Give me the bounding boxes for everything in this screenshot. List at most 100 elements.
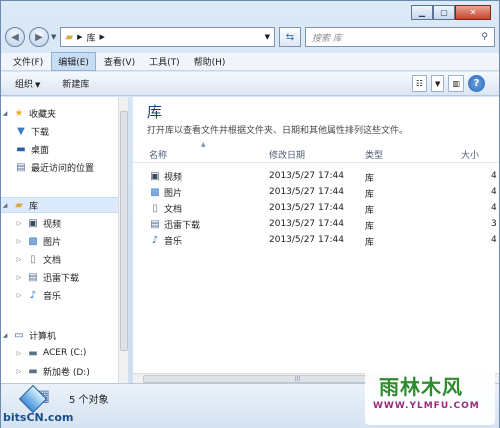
table-row[interactable]: ▤ 迅雷下载 2013/5/27 17:44 库 3	[133, 217, 499, 233]
column-name[interactable]: 名称	[149, 148, 167, 161]
drive-icon: ▬	[28, 365, 38, 377]
table-row[interactable]: ▯ 文档 2013/5/27 17:44 库 4	[133, 201, 499, 217]
explorer-window: ▁ ▢ ✕ ◀ ▶ ▼ ▰ ▶ 库 ▶ ▼ ⇆ 搜索 库 ⚲ 文件(F) 编辑(…	[0, 0, 500, 428]
collapsed-arrow-icon[interactable]: ▷	[15, 368, 23, 375]
nav-libraries[interactable]: ◢ ▰ 库	[1, 197, 119, 213]
picture-library-icon: ▩	[150, 187, 160, 198]
collapsed-arrow-icon[interactable]: ▷	[15, 274, 23, 281]
change-view-button[interactable]: ☷	[411, 75, 428, 92]
view-options-dropdown[interactable]: ▼	[431, 75, 445, 92]
nav-scrollbar[interactable]	[118, 97, 128, 383]
star-icon: ★	[14, 107, 24, 119]
preview-pane-icon: ▥	[452, 79, 460, 88]
forward-button[interactable]: ▶	[29, 27, 49, 47]
refresh-button[interactable]: ⇆	[279, 27, 301, 47]
collapsed-arrow-icon[interactable]: ▷	[15, 238, 23, 245]
history-dropdown-icon[interactable]: ▼	[51, 33, 56, 41]
watermark-right-title: 雨林木风	[379, 375, 463, 399]
menu-tools[interactable]: 工具(T)	[143, 53, 186, 70]
organize-button[interactable]: 组织 ▼	[15, 77, 40, 90]
item-count: 5 个对象	[69, 395, 109, 406]
content-pane: 库 打开库以查看文件并根据文件夹、日期和其他属性排列这些文件。 ▲ 名称 修改日…	[133, 97, 499, 383]
collapsed-arrow-icon[interactable]: ▷	[15, 292, 23, 299]
column-type[interactable]: 类型	[365, 148, 383, 161]
chevron-down-icon: ▼	[435, 79, 441, 88]
nav-scrollbar-thumb[interactable]	[120, 111, 128, 351]
picture-library-icon: ▩	[28, 235, 38, 247]
table-row[interactable]: ♪ 音乐 2013/5/27 17:44 库 4	[133, 233, 499, 249]
nav-favorites[interactable]: ◢ ★ 收藏夹	[1, 105, 56, 121]
downloads-folder-icon: ▼	[17, 125, 25, 137]
library-description: 打开库以查看文件并根据文件夹、日期和其他属性排列这些文件。	[147, 126, 409, 136]
menu-view[interactable]: 查看(V)	[98, 53, 141, 70]
nav-drive-d[interactable]: ▷ ▬ 新加卷 (D:)	[15, 363, 90, 379]
search-placeholder: 搜索 库	[312, 33, 342, 44]
expanded-arrow-icon[interactable]: ◢	[1, 110, 9, 117]
library-icon: ▤	[28, 271, 38, 283]
system-drive-icon: ▬	[28, 347, 38, 359]
breadcrumb-library[interactable]: 库	[86, 31, 95, 44]
column-size[interactable]: 大小	[461, 148, 479, 161]
nav-pictures[interactable]: ▷ ▩ 图片	[15, 233, 61, 249]
preview-pane-button[interactable]: ▥	[448, 75, 464, 92]
document-library-icon: ▯	[152, 203, 158, 214]
watermark-bitscn: bitsCN.com	[1, 384, 73, 428]
collapsed-arrow-icon[interactable]: ▷	[15, 350, 23, 357]
scroll-grip-icon: |||	[295, 376, 301, 382]
menu-help[interactable]: 帮助(H)	[188, 53, 232, 70]
nav-xunlei-downloads[interactable]: ▷ ▤ 迅雷下载	[15, 269, 79, 285]
nav-downloads[interactable]: ▼ 下载	[15, 123, 49, 139]
details-view-icon: ☷	[415, 79, 424, 88]
recent-places-icon: ▤	[16, 161, 26, 173]
nav-recent-places[interactable]: ▤ 最近访问的位置	[15, 159, 94, 175]
arrow-left-icon: ◀	[11, 31, 19, 43]
minimize-button[interactable]: ▁	[411, 5, 433, 20]
column-headers: ▲ 名称 修改日期 类型 大小	[133, 141, 499, 163]
sort-ascending-icon: ▲	[201, 141, 206, 148]
table-row[interactable]: ▩ 图片 2013/5/27 17:44 库 4	[133, 185, 499, 201]
document-library-icon: ▯	[30, 253, 36, 265]
address-bar[interactable]: ▰ ▶ 库 ▶ ▼	[60, 27, 275, 47]
expanded-arrow-icon[interactable]: ◢	[1, 202, 9, 209]
maximize-button[interactable]: ▢	[433, 5, 455, 20]
collapsed-arrow-icon[interactable]: ▷	[15, 220, 23, 227]
close-button[interactable]: ✕	[455, 5, 491, 20]
chevron-down-icon: ▼	[35, 81, 41, 89]
nav-videos[interactable]: ▷ ▣ 视频	[15, 215, 61, 231]
watermark-ylmf: 雨林木风 WWW.YLMFU.COM	[365, 363, 495, 425]
menu-edit[interactable]: 编辑(E)	[51, 52, 96, 71]
page-title: 库	[147, 103, 163, 121]
command-bar: 组织 ▼ 新建库 ☷ ▼ ▥ ?	[1, 72, 499, 96]
address-dropdown-icon[interactable]: ▼	[265, 33, 270, 41]
nav-drive-c[interactable]: ▷ ▬ ACER (C:)	[15, 345, 87, 361]
nav-documents[interactable]: ▷ ▯ 文档	[15, 251, 61, 267]
video-library-icon: ▣	[150, 171, 160, 182]
nav-computer[interactable]: ◢ ▭ 计算机	[1, 327, 56, 343]
watermark-left-text: bitsCN.com	[3, 411, 74, 424]
bitscn-logo-icon	[18, 384, 48, 414]
refresh-icon: ⇆	[285, 31, 295, 43]
table-row[interactable]: ▣ 视频 2013/5/27 17:44 库 4	[133, 169, 499, 185]
library-folder-icon: ▰	[15, 199, 23, 211]
computer-icon: ▭	[14, 329, 24, 341]
breadcrumb-separator-icon: ▶	[99, 33, 105, 41]
navigation-pane: ◢ ★ 收藏夹 ▼ 下载 ▬ 桌面 ▤ 最近访问的位置 ◢ ▰ 库 ▷ ▣ 视频…	[1, 97, 129, 383]
new-library-button[interactable]: 新建库	[62, 77, 89, 90]
breadcrumb-separator-icon: ▶	[77, 33, 83, 41]
nav-music[interactable]: ▷ ♪ 音乐	[15, 287, 61, 303]
music-note-icon: ♪	[151, 235, 159, 246]
column-modified[interactable]: 修改日期	[269, 148, 305, 161]
library-folder-icon: ▰	[65, 31, 74, 43]
collapsed-arrow-icon[interactable]: ▷	[15, 256, 23, 263]
help-icon: ?	[473, 78, 480, 89]
arrow-right-icon: ▶	[35, 31, 43, 43]
menu-bar: 文件(F) 编辑(E) 查看(V) 工具(T) 帮助(H)	[1, 52, 499, 71]
caption-buttons: ▁ ▢ ✕	[411, 5, 491, 20]
help-button[interactable]: ?	[468, 75, 485, 92]
search-input[interactable]: 搜索 库 ⚲	[305, 27, 495, 47]
library-icon: ▤	[150, 219, 160, 230]
menu-file[interactable]: 文件(F)	[7, 53, 49, 70]
nav-desktop[interactable]: ▬ 桌面	[15, 141, 49, 157]
back-button[interactable]: ◀	[5, 27, 25, 47]
expanded-arrow-icon[interactable]: ◢	[1, 332, 9, 339]
